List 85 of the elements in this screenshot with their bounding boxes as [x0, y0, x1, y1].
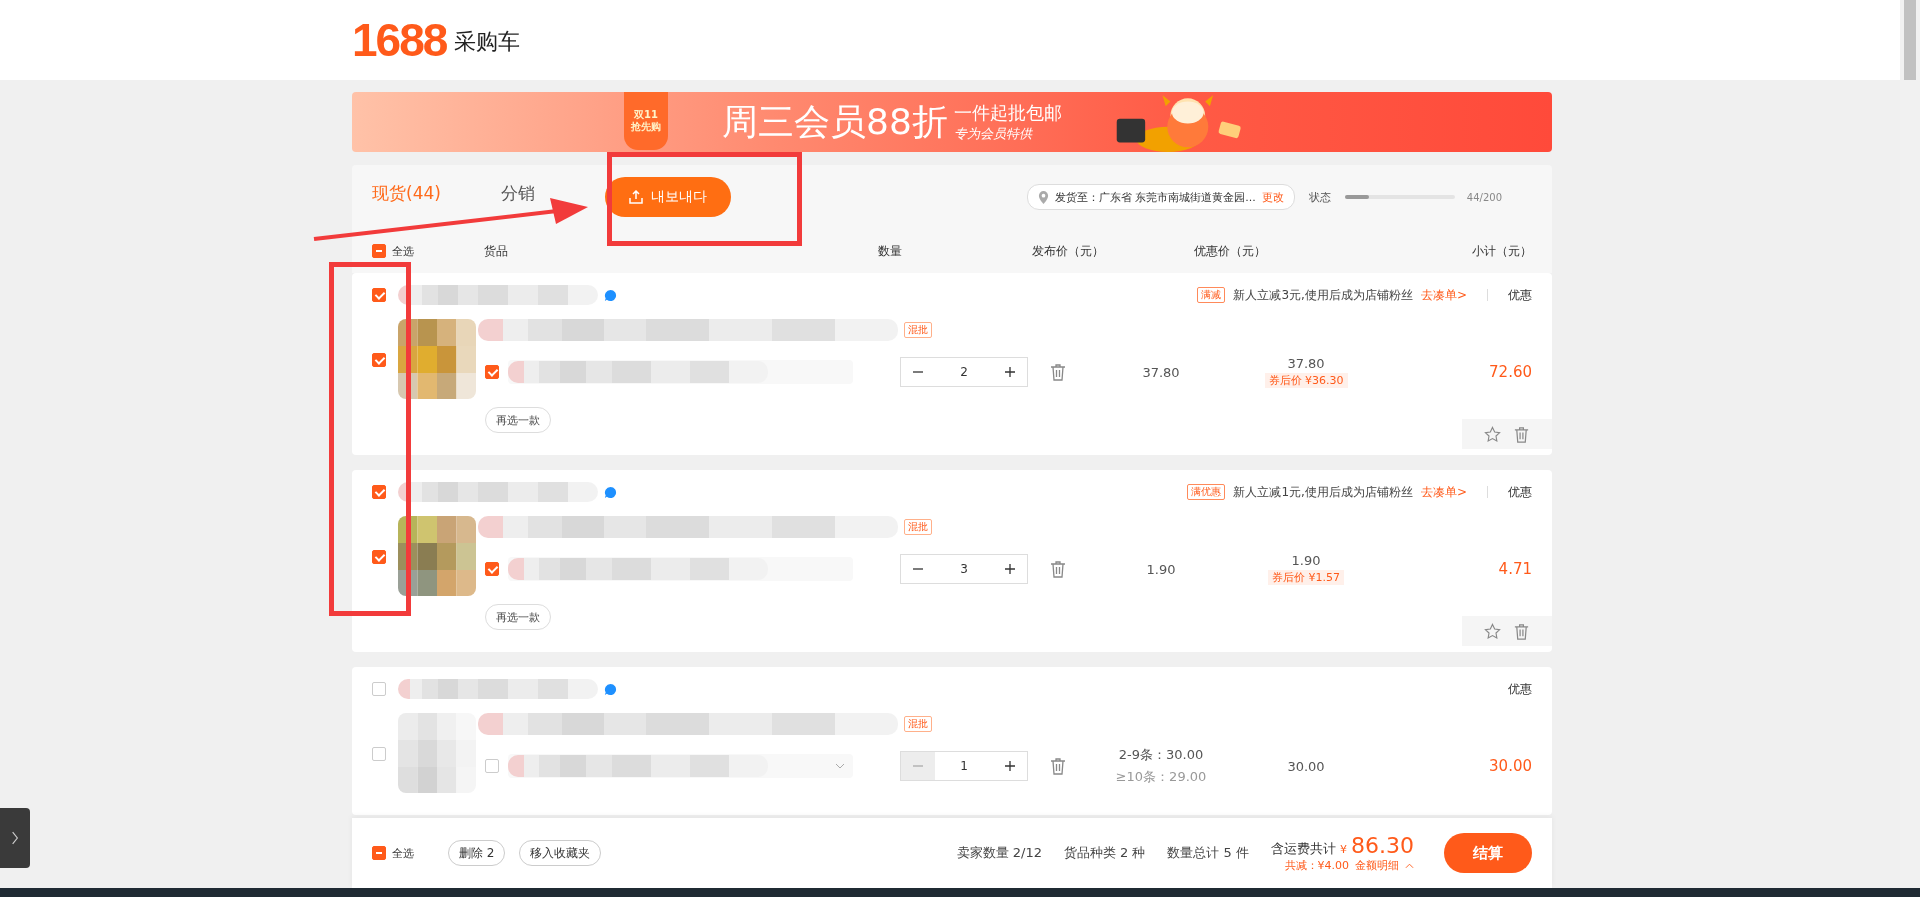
discount-price: 1.90 — [1291, 553, 1321, 568]
total-amount: 86.30 — [1351, 833, 1414, 858]
upload-icon — [628, 190, 643, 204]
select-all-checkbox[interactable] — [372, 846, 386, 860]
trash-icon[interactable] — [1513, 425, 1530, 443]
select-all-label: 全选 — [392, 845, 414, 861]
trash-icon[interactable] — [1050, 363, 1066, 381]
sku-checkbox[interactable] — [485, 562, 499, 576]
column-header: 发布价（元） — [1032, 242, 1104, 260]
chevron-right-icon — [11, 831, 19, 845]
promo-tag: 满优惠 — [1187, 484, 1226, 500]
summary-stat: 货品种类 2 种 — [1063, 844, 1146, 862]
mix-batch-tag: 混批 — [904, 519, 932, 535]
reselect-button[interactable]: 再选一款 — [485, 604, 551, 630]
quantity-input[interactable]: 3 — [935, 562, 993, 576]
discount-price: 30.00 — [1287, 758, 1325, 774]
footer-button[interactable]: 删除 2 — [448, 840, 506, 866]
product-checkbox[interactable] — [372, 747, 386, 761]
summary-stat: 数量总计 5 件 — [1167, 844, 1249, 862]
status-reading: 44/200 — [1466, 191, 1502, 203]
mix-batch-tag: 混批 — [904, 322, 932, 338]
subtotal: 72.60 — [1489, 363, 1532, 381]
banner-subline: 一件起批包邮 — [953, 101, 1062, 125]
discount-link[interactable]: 优惠 — [1508, 286, 1532, 304]
summary-stat: 卖家数量 2/12 — [956, 844, 1042, 862]
column-header: 货品 — [484, 242, 508, 260]
price-text: 37.80 — [1142, 364, 1180, 380]
ship-to-label: 发货至：广东省 东莞市南城街道黄金园... — [1054, 189, 1256, 205]
chat-bubble-icon[interactable] — [604, 682, 617, 696]
star-icon[interactable] — [1484, 425, 1501, 443]
status-label: 状态 — [1308, 189, 1331, 205]
trash-icon[interactable] — [1050, 560, 1066, 578]
sku-checkbox[interactable] — [485, 759, 499, 773]
sku-checkbox[interactable] — [485, 365, 499, 379]
quantity-stepper[interactable]: 1 — [900, 751, 1028, 781]
discount-price: 37.80 — [1287, 356, 1325, 371]
column-header: 数量 — [878, 242, 902, 260]
quantity-stepper[interactable]: 2 — [900, 357, 1028, 387]
column-header: 小计（元） — [1472, 242, 1532, 260]
side-panel-toggle[interactable] — [0, 808, 30, 868]
promo-text: 新人立减3元,使用后成为店铺粉丝 — [1233, 286, 1413, 304]
subtotal: 4.71 — [1498, 560, 1532, 578]
currency-symbol: ¥ — [1340, 843, 1347, 856]
price-text: 2-9条：30.00 — [1118, 746, 1204, 764]
select-all-label: 全选 — [392, 243, 414, 259]
banner-headline: 周三会员88折 — [722, 99, 948, 144]
shop-checkbox[interactable] — [372, 682, 386, 696]
quantity-input[interactable]: 2 — [935, 365, 993, 379]
select-all-checkbox[interactable] — [372, 244, 386, 258]
ship-to-field[interactable]: 发货至：广东省 东莞市南城街道黄金园... 更改 — [1026, 184, 1295, 210]
discount-link[interactable]: 优惠 — [1508, 483, 1532, 501]
footer-button[interactable]: 移入收藏夹 — [519, 840, 602, 866]
coupon-price: 券后价 ¥1.57 — [1268, 570, 1344, 585]
trash-icon[interactable] — [1513, 622, 1530, 640]
coupon-price: 券后价 ¥36.30 — [1264, 373, 1348, 388]
product-checkbox[interactable] — [372, 353, 386, 367]
subtotal: 30.00 — [1489, 757, 1532, 775]
shop-checkbox[interactable] — [372, 485, 386, 499]
location-pin-icon — [1037, 190, 1049, 204]
plus-icon — [1004, 760, 1016, 772]
discount-link[interactable]: 优惠 — [1508, 680, 1532, 698]
price-text: ≥10条：29.00 — [1115, 768, 1207, 786]
chat-bubble-icon[interactable] — [604, 485, 617, 499]
chat-bubble-icon[interactable] — [604, 288, 617, 302]
product-checkbox[interactable] — [372, 550, 386, 564]
price-text: 1.90 — [1146, 561, 1176, 577]
quantity-input[interactable]: 1 — [935, 759, 993, 773]
promo-text: 新人立减1元,使用后成为店铺粉丝 — [1233, 483, 1413, 501]
page-title: 采购车 — [454, 28, 521, 56]
tab[interactable]: 分销 — [500, 181, 535, 205]
star-icon[interactable] — [1484, 622, 1501, 640]
banner-note: 专为会员特供 — [953, 125, 1034, 143]
quantity-stepper[interactable]: 3 — [900, 554, 1028, 584]
chevron-up-icon[interactable] — [1405, 862, 1414, 869]
shop-checkbox[interactable] — [372, 288, 386, 302]
savings-text: 共减：¥4.00 — [1284, 858, 1349, 873]
trash-icon[interactable] — [1050, 757, 1066, 775]
promo-tag: 满减 — [1197, 287, 1226, 303]
plus-icon — [1004, 563, 1016, 575]
reselect-button[interactable]: 再选一款 — [485, 407, 551, 433]
mix-batch-tag: 混批 — [904, 716, 932, 732]
total-label: 含运费共计 — [1271, 840, 1336, 858]
event-badge: 双11 抢先购 — [624, 92, 668, 150]
column-header: 优惠价（元） — [1194, 242, 1266, 260]
plus-icon — [1004, 366, 1016, 378]
